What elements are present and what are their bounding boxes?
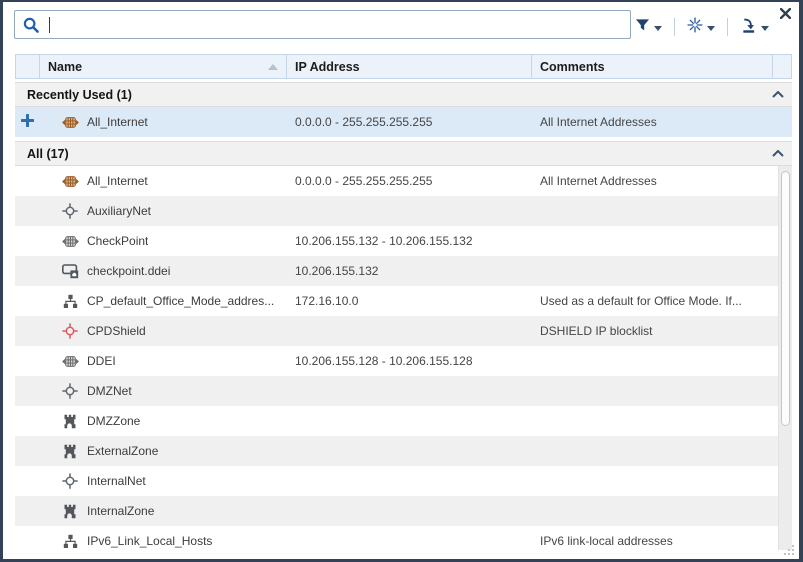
- sort-ascending-icon: [268, 64, 278, 70]
- table-row[interactable]: ExternalZone: [15, 436, 792, 466]
- object-name: ExternalZone: [87, 444, 158, 458]
- address-range-gray-icon: [61, 355, 79, 368]
- column-header-name-label: Name: [48, 60, 82, 74]
- collapse-chevron-icon[interactable]: [772, 150, 784, 157]
- toolbar-separator: [674, 18, 675, 36]
- object-name: InternalZone: [87, 504, 154, 518]
- scrollbar-thumb[interactable]: [781, 171, 790, 426]
- object-list: All_Internet 0.0.0.0 - 255.255.255.255 A…: [15, 166, 792, 550]
- object-name: DDEI: [87, 354, 116, 368]
- recently-used-rows: All_Internet 0.0.0.0 - 255.255.255.255 A…: [15, 107, 792, 137]
- column-header-comments-label: Comments: [540, 60, 605, 74]
- object-name: AuxiliaryNet: [87, 204, 151, 218]
- column-header-row: Name IP Address Comments: [15, 54, 792, 79]
- group-icon: [61, 294, 79, 309]
- network-icon: [61, 383, 79, 399]
- search-icon: [22, 16, 40, 34]
- object-ip: 172.16.10.0: [286, 294, 531, 308]
- object-name: CPDShield: [87, 324, 146, 338]
- object-name: DMZZone: [87, 414, 140, 428]
- all-rows: All_Internet 0.0.0.0 - 255.255.255.255 A…: [15, 166, 792, 550]
- column-header-comments[interactable]: Comments: [532, 55, 773, 78]
- object-name: checkpoint.ddei: [87, 264, 170, 278]
- zone-icon: [61, 414, 79, 429]
- add-object-plus-icon[interactable]: [21, 114, 34, 130]
- vertical-scrollbar[interactable]: [778, 166, 792, 550]
- group-header-all[interactable]: All (17): [15, 141, 792, 166]
- close-icon: [780, 7, 791, 22]
- filter-icon: [635, 18, 650, 36]
- object-name: CheckPoint: [87, 234, 148, 248]
- toolbar-separator: [727, 18, 728, 36]
- table-row[interactable]: All_Internet 0.0.0.0 - 255.255.255.255 A…: [15, 166, 792, 196]
- network-icon: [61, 473, 79, 489]
- column-header-ip-label: IP Address: [295, 60, 360, 74]
- zone-icon: [61, 504, 79, 519]
- table-row[interactable]: checkpoint.ddei 10.206.155.132: [15, 256, 792, 286]
- address-range-orange-icon: [61, 175, 79, 188]
- chevron-down-icon: [707, 19, 715, 34]
- network-icon: [61, 203, 79, 219]
- resize-grip[interactable]: [783, 544, 794, 555]
- collapse-chevron-icon[interactable]: [772, 91, 784, 98]
- object-comment: All Internet Addresses: [531, 174, 772, 188]
- object-name: InternalNet: [87, 474, 146, 488]
- network-red-icon: [61, 323, 79, 339]
- table-row[interactable]: CheckPoint 10.206.155.132 - 10.206.155.1…: [15, 226, 792, 256]
- object-comment: IPv6 link-local addresses: [531, 534, 772, 548]
- toolbar: [633, 16, 771, 37]
- table-row[interactable]: DMZNet: [15, 376, 792, 406]
- group-label: All (17): [27, 147, 69, 161]
- object-name: All_Internet: [87, 174, 148, 188]
- table-row[interactable]: InternalZone: [15, 496, 792, 526]
- object-ip: 10.206.155.132: [286, 264, 531, 278]
- search-box[interactable]: [14, 10, 631, 39]
- column-header-add: [16, 55, 40, 78]
- object-picker-dialog: Name IP Address Comments Recently Used (…: [0, 0, 803, 562]
- search-input[interactable]: [50, 11, 630, 38]
- address-range-orange-icon: [61, 116, 79, 129]
- table-row[interactable]: All_Internet 0.0.0.0 - 255.255.255.255 A…: [15, 107, 792, 137]
- group-icon: [61, 534, 79, 549]
- object-comment: DSHIELD IP blocklist: [531, 324, 772, 338]
- chevron-down-icon: [761, 19, 769, 34]
- filter-button[interactable]: [633, 17, 664, 37]
- address-range-gray-icon: [61, 235, 79, 248]
- table-row[interactable]: IPv6_Link_Local_Hosts IPv6 link-local ad…: [15, 526, 792, 550]
- object-ip: 10.206.155.128 - 10.206.155.128: [286, 354, 531, 368]
- zone-icon: [61, 444, 79, 459]
- table-row[interactable]: AuxiliaryNet: [15, 196, 792, 226]
- gateway-icon: [61, 264, 79, 279]
- object-name: All_Internet: [87, 115, 148, 129]
- group-header-recently-used[interactable]: Recently Used (1): [15, 82, 792, 107]
- chevron-down-icon: [654, 19, 662, 34]
- new-object-button[interactable]: [685, 16, 717, 37]
- table-row[interactable]: DDEI 10.206.155.128 - 10.206.155.128: [15, 346, 792, 376]
- object-ip: 0.0.0.0 - 255.255.255.255: [286, 115, 531, 129]
- object-name: IPv6_Link_Local_Hosts: [87, 534, 212, 548]
- import-button[interactable]: [738, 17, 771, 37]
- object-comment: Used as a default for Office Mode. If...: [531, 294, 772, 308]
- close-button[interactable]: [780, 7, 791, 22]
- object-comment: All Internet Addresses: [531, 115, 772, 129]
- table-row[interactable]: InternalNet: [15, 466, 792, 496]
- column-header-ip[interactable]: IP Address: [287, 55, 532, 78]
- object-name: CP_default_Office_Mode_addres...: [87, 294, 274, 308]
- column-header-spacer: [773, 55, 791, 78]
- import-export-icon: [740, 18, 757, 36]
- column-header-name[interactable]: Name: [40, 55, 287, 78]
- table-row[interactable]: CPDShield DSHIELD IP blocklist: [15, 316, 792, 346]
- objects-table: Name IP Address Comments Recently Used (…: [15, 54, 792, 550]
- table-row[interactable]: DMZZone: [15, 406, 792, 436]
- group-label: Recently Used (1): [27, 88, 132, 102]
- object-name: DMZNet: [87, 384, 132, 398]
- new-object-star-icon: [687, 17, 703, 36]
- table-row[interactable]: CP_default_Office_Mode_addres... 172.16.…: [15, 286, 792, 316]
- object-ip: 10.206.155.132 - 10.206.155.132: [286, 234, 531, 248]
- object-ip: 0.0.0.0 - 255.255.255.255: [286, 174, 531, 188]
